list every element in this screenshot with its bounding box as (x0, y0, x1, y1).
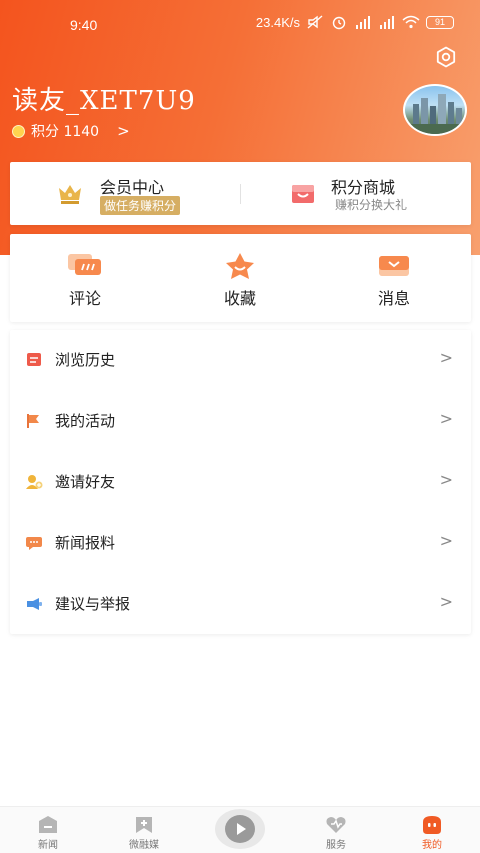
list-item-label: 新闻报料 (55, 534, 116, 552)
list-item-label: 浏览历史 (55, 351, 116, 369)
feedback-icon (27, 598, 42, 610)
vip-center-title: 会员中心 (100, 178, 165, 197)
coin-icon (12, 124, 25, 138)
list-item-label: 邀请好友 (55, 473, 116, 491)
nav-item-service[interactable]: 服务 (296, 807, 376, 853)
points-mall-subtitle: 赚积分换大礼 (335, 198, 408, 212)
shopping-bag-icon (292, 185, 314, 203)
chevron-right-icon: > (439, 348, 453, 367)
signal-hd-icon (356, 16, 370, 29)
comment-icon (68, 254, 101, 275)
alarm-icon (332, 16, 346, 30)
avatar[interactable] (403, 84, 467, 136)
points-mall-title: 积分商城 (331, 178, 396, 197)
battery-icon: 91 (426, 15, 454, 29)
messages-button[interactable]: 消息 (344, 234, 444, 322)
profile-icon (423, 816, 441, 834)
points-label: 积分 1140 (31, 124, 100, 140)
chevron-right-icon: > (439, 592, 453, 611)
username: 读友_XET7U9 (12, 86, 196, 116)
messages-label: 消息 (377, 289, 410, 308)
chevron-right-icon: > (439, 409, 453, 428)
points-mall-button[interactable]: 积分商城 赚积分换大礼 (241, 162, 471, 225)
vip-center-subtitle: 做任务赚积分 (100, 196, 181, 215)
status-icons: 23.4K/s 91 (256, 14, 454, 30)
news-tip-icon (26, 537, 42, 550)
favorites-label: 收藏 (223, 289, 256, 308)
nav-item-mine[interactable]: 我的 (392, 807, 472, 853)
nav-item-label: 微融媒 (129, 840, 159, 851)
list-item-my-activities[interactable]: 我的活动 > (10, 391, 471, 451)
menu-list: 浏览历史 > 我的活动 > 邀请好友 > 新闻报料 > 建议与举报 > (10, 330, 471, 634)
membership-card: 会员中心 做任务赚积分 积分商城 赚积分换大礼 (10, 162, 471, 225)
vip-center-button[interactable]: 会员中心 做任务赚积分 (10, 162, 240, 225)
list-item-feedback-report[interactable]: 建议与举报 > (10, 574, 471, 634)
star-icon (226, 253, 254, 279)
list-item-news-tip[interactable]: 新闻报料 > (10, 513, 471, 573)
list-item-browsing-history[interactable]: 浏览历史 > (10, 330, 471, 390)
flag-icon (27, 414, 39, 428)
list-item-label: 建议与举报 (55, 595, 131, 613)
play-button[interactable] (215, 809, 265, 849)
list-item-invite-friends[interactable]: 邀请好友 > (10, 452, 471, 512)
chevron-right-icon: > (439, 470, 453, 489)
comments-button[interactable]: 评论 (35, 234, 135, 322)
status-time: 9:40 (70, 17, 98, 33)
play-icon (225, 815, 255, 843)
chevron-right-icon: > (117, 122, 130, 140)
gear-icon[interactable] (434, 45, 458, 69)
network-speed: 23.4K/s (255, 14, 300, 30)
invite-friend-icon (26, 475, 43, 489)
comments-label: 评论 (68, 289, 101, 308)
status-bar: 9:40 23.4K/s 91 (0, 0, 480, 52)
news-icon (39, 816, 57, 833)
signal-hd-icon (380, 16, 394, 29)
wifi-icon (402, 15, 420, 29)
heart-icon (326, 817, 346, 833)
crown-icon (59, 185, 81, 204)
nav-item-label: 服务 (326, 840, 346, 851)
media-icon (136, 817, 152, 833)
envelope-icon (379, 256, 409, 276)
nav-item-news[interactable]: 新闻 (8, 807, 88, 853)
points-link[interactable]: 积分 1140 > (12, 121, 130, 141)
history-icon (27, 353, 41, 366)
quick-actions-card: 评论 收藏 消息 (10, 234, 471, 322)
nav-item-label: 新闻 (38, 840, 58, 851)
nav-item-media[interactable]: 微融媒 (104, 807, 184, 853)
list-item-label: 我的活动 (55, 412, 116, 430)
favorites-button[interactable]: 收藏 (190, 234, 290, 322)
mute-icon (307, 15, 323, 29)
nav-item-label: 我的 (422, 840, 442, 851)
chevron-right-icon: > (439, 531, 453, 550)
